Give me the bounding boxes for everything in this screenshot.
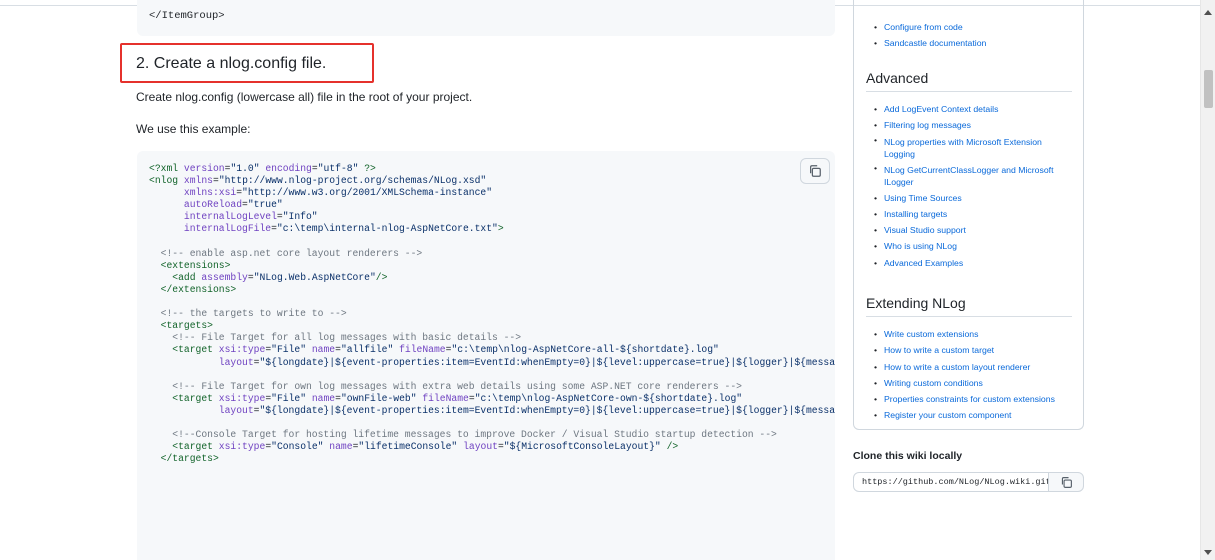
sidebar-link[interactable]: NLog properties with Microsoft Extension…	[874, 134, 1064, 162]
sidebar-link[interactable]: How to write a custom layout renderer	[874, 359, 1055, 376]
sidebar-link[interactable]: Filtering log messages	[874, 117, 1074, 134]
instruction-text: Create nlog.config (lowercase all) file …	[136, 90, 473, 104]
sidebar-heading-extending: Extending NLog	[866, 295, 1072, 317]
vertical-scrollbar[interactable]	[1200, 0, 1215, 560]
sidebar-extending-links: Write custom extensions How to write a c…	[874, 326, 1055, 424]
sidebar-link[interactable]: Configure from code	[874, 19, 986, 36]
scroll-down-arrow-icon[interactable]	[1204, 550, 1212, 555]
sidebar-link[interactable]: Writing custom conditions	[874, 375, 1055, 392]
sidebar-top-links: Configure from code Sandcastle documenta…	[874, 19, 986, 52]
sidebar-link[interactable]: Register your custom component	[874, 407, 1055, 424]
section-heading: 2. Create a nlog.config file.	[136, 55, 327, 72]
sidebar-link[interactable]: Who is using NLog	[874, 238, 1074, 255]
sidebar-link[interactable]: Sandcastle documentation	[874, 35, 986, 52]
wiki-content: </ItemGroup> 2. Create a nlog.config fil…	[120, 0, 835, 560]
sidebar-link[interactable]: Write custom extensions	[874, 326, 1055, 343]
sidebar-link[interactable]: Add LogEvent Context details	[874, 101, 1074, 118]
sidebar-link[interactable]: Installing targets	[874, 206, 1074, 223]
clone-wiki-title: Clone this wiki locally	[853, 450, 963, 462]
sidebar-link[interactable]: Advanced Examples	[874, 255, 1074, 272]
nlog-config-code-block[interactable]: <?xml version="1.0" encoding="utf-8" ?> …	[137, 151, 835, 560]
scrollbar-thumb[interactable]	[1204, 70, 1213, 108]
example-intro-text: We use this example:	[136, 122, 251, 136]
copy-icon	[810, 165, 821, 177]
code-content[interactable]: <?xml version="1.0" encoding="utf-8" ?> …	[137, 151, 835, 465]
sidebar-link[interactable]: NLog GetCurrentClassLogger and Microsoft…	[874, 162, 1074, 190]
code-line: </ItemGroup>	[149, 10, 225, 22]
sidebar-link[interactable]: Properties constraints for custom extens…	[874, 391, 1055, 408]
sidebar-advanced-links: Add LogEvent Context details Filtering l…	[874, 101, 1074, 271]
sidebar-link[interactable]: Using Time Sources	[874, 190, 1074, 207]
sidebar-link[interactable]: How to write a custom target	[874, 342, 1055, 359]
clone-url-input[interactable]: https://github.com/NLog/NLog.wiki.git	[853, 472, 1049, 492]
scroll-up-arrow-icon[interactable]	[1204, 10, 1212, 15]
sidebar-heading-advanced: Advanced	[866, 70, 1072, 92]
copy-icon	[1061, 476, 1072, 488]
copy-clone-url-button[interactable]	[1048, 472, 1084, 492]
sidebar-link[interactable]: Visual Studio support	[874, 222, 1074, 239]
copy-code-button[interactable]	[800, 158, 830, 184]
code-block-previous: </ItemGroup>	[137, 0, 835, 36]
